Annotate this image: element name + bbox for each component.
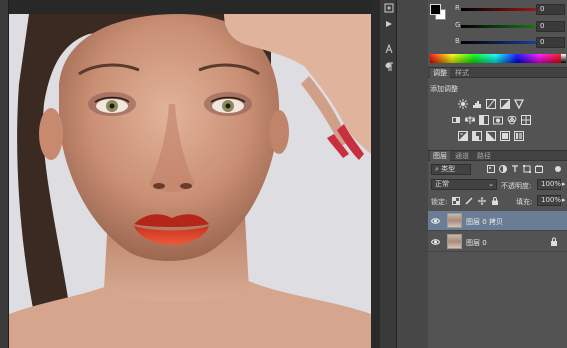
selective-color-icon[interactable] <box>500 131 510 141</box>
tab-layers[interactable]: 图层 <box>430 151 450 161</box>
adjustments-panel: 添加调整 <box>428 78 567 150</box>
document-canvas-area[interactable] <box>0 0 380 348</box>
hue-saturation-icon[interactable] <box>451 115 461 125</box>
layer-thumbnail <box>447 234 462 249</box>
channel-g-label: G <box>455 21 461 29</box>
lock-transparency-icon[interactable] <box>452 197 460 205</box>
add-adjustment-title: 添加调整 <box>430 85 458 93</box>
lock-position-icon[interactable] <box>478 197 486 205</box>
panels-collapsed-column <box>397 0 428 348</box>
channel-g-value[interactable]: 0 <box>536 21 565 32</box>
foreground-color-swatch[interactable] <box>430 4 441 15</box>
color-balance-icon[interactable] <box>464 115 476 125</box>
layer-filter-kind-label: 类型 <box>441 165 456 173</box>
visibility-eye-icon[interactable] <box>430 217 441 225</box>
character-icon[interactable] <box>384 43 394 54</box>
tab-styles[interactable]: 样式 <box>452 68 472 78</box>
document-image[interactable] <box>9 14 371 348</box>
layer-row[interactable]: 图层 0 <box>428 232 567 252</box>
photo-filter-icon[interactable] <box>493 115 503 125</box>
channel-b-value[interactable]: 0 <box>536 37 565 48</box>
channel-mixer-icon[interactable] <box>507 115 517 125</box>
filter-type-icon[interactable] <box>511 165 519 173</box>
lock-label: 锁定: <box>431 198 448 206</box>
black-white-icon[interactable] <box>479 115 489 125</box>
lock-image-icon[interactable] <box>465 197 473 205</box>
vibrance-icon[interactable] <box>513 99 525 110</box>
visibility-eye-icon[interactable] <box>430 238 441 246</box>
layer-name[interactable]: 图层 0 <box>466 238 487 248</box>
layer-thumbnail <box>447 213 462 228</box>
layers-panel: ⌕ 类型 正常 ⌄ 不透明度: 100% ▸ 锁定: 填充: 100% ▸ 图层… <box>428 161 567 348</box>
opacity-label: 不透明度: <box>501 182 532 190</box>
blend-mode-select[interactable]: 正常 ⌄ <box>431 179 497 190</box>
opacity-dropdown-icon[interactable]: ▸ <box>562 180 566 188</box>
chevron-down-icon: ⌄ <box>488 180 494 188</box>
exposure-icon[interactable] <box>500 99 510 109</box>
tab-paths[interactable]: 路径 <box>474 151 494 161</box>
color-spectrum-shade <box>430 54 561 63</box>
paragraph-icon[interactable] <box>384 62 394 72</box>
layers-tabbar: 图层 通道 路径 <box>428 150 567 161</box>
lock-all-icon[interactable] <box>491 197 499 205</box>
black-white-ramp[interactable] <box>561 54 566 63</box>
color-lookup-icon[interactable] <box>521 115 531 125</box>
filter-smart-object-icon[interactable] <box>535 164 543 173</box>
fill-input[interactable]: 100% <box>537 195 561 206</box>
curves-icon[interactable] <box>486 99 496 109</box>
levels-icon[interactable] <box>472 99 482 109</box>
color-panel: R 0 G 0 B 0 <box>428 0 567 66</box>
filter-shape-icon[interactable] <box>523 165 531 173</box>
document-left-ruler <box>0 0 9 348</box>
tab-adjustments[interactable]: 调整 <box>430 68 450 78</box>
channel-b-label: B <box>455 37 460 45</box>
posterize-icon[interactable] <box>472 131 482 141</box>
document-scroll-edge <box>371 0 380 348</box>
layer-name[interactable]: 图层 0 拷贝 <box>466 217 503 227</box>
channel-r-value[interactable]: 0 <box>536 4 565 15</box>
fill-dropdown-icon[interactable]: ▸ <box>562 196 566 204</box>
filter-pixel-icon[interactable] <box>487 165 495 173</box>
brightness-contrast-icon[interactable] <box>458 99 468 109</box>
layer-filter-kind-select[interactable]: ⌕ 类型 <box>431 164 471 175</box>
blend-mode-value: 正常 <box>435 180 449 188</box>
layer-row[interactable]: 图层 0 拷贝 <box>428 211 567 231</box>
actions-icon[interactable] <box>384 19 394 29</box>
adjustments-tabbar: 调整 样式 <box>428 67 567 78</box>
lock-icon <box>550 237 558 246</box>
tab-channels[interactable]: 通道 <box>452 151 472 161</box>
gradient-map-icon[interactable] <box>514 131 524 141</box>
fill-label: 填充: <box>516 198 533 206</box>
panel-icon-strip <box>380 0 397 348</box>
filter-toggle-icon[interactable] <box>554 165 562 173</box>
filter-adjustment-icon[interactable] <box>499 165 507 173</box>
channel-r-label: R <box>455 4 460 12</box>
threshold-icon[interactable] <box>486 131 496 141</box>
opacity-input[interactable]: 100% <box>537 179 561 190</box>
portrait-photo <box>9 14 371 348</box>
invert-icon[interactable] <box>458 131 468 141</box>
history-icon[interactable] <box>384 3 394 13</box>
